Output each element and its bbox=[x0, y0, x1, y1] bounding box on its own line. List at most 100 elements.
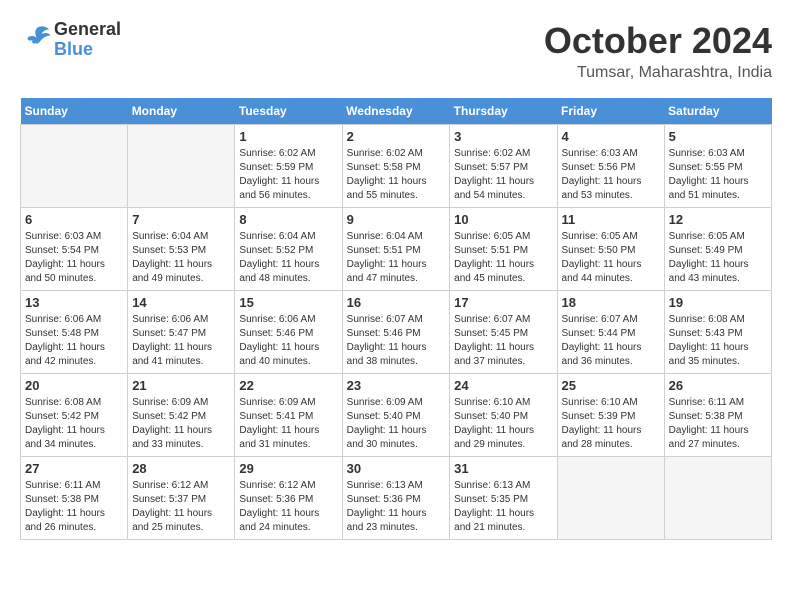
day-number: 2 bbox=[347, 129, 446, 144]
day-info: Sunrise: 6:02 AMSunset: 5:58 PMDaylight:… bbox=[347, 147, 446, 203]
day-info: Sunrise: 6:13 AMSunset: 5:36 PMDaylight:… bbox=[347, 479, 446, 535]
day-info: Sunrise: 6:07 AMSunset: 5:46 PMDaylight:… bbox=[347, 313, 446, 369]
day-info: Sunrise: 6:03 AMSunset: 5:56 PMDaylight:… bbox=[562, 147, 660, 203]
day-info: Sunrise: 6:09 AMSunset: 5:41 PMDaylight:… bbox=[239, 396, 337, 452]
calendar-cell: 15Sunrise: 6:06 AMSunset: 5:46 PMDayligh… bbox=[235, 291, 342, 374]
day-number: 29 bbox=[239, 461, 337, 476]
day-info: Sunrise: 6:10 AMSunset: 5:39 PMDaylight:… bbox=[562, 396, 660, 452]
day-info: Sunrise: 6:12 AMSunset: 5:36 PMDaylight:… bbox=[239, 479, 337, 535]
day-info: Sunrise: 6:05 AMSunset: 5:50 PMDaylight:… bbox=[562, 230, 660, 286]
day-info: Sunrise: 6:11 AMSunset: 5:38 PMDaylight:… bbox=[669, 396, 767, 452]
logo: GeneralBlue bbox=[20, 20, 121, 60]
calendar-cell: 28 Sunrise: 6:12 AMSunset: 5:37 PMDayligh… bbox=[128, 457, 235, 540]
calendar-cell: 8Sunrise: 6:04 AMSunset: 5:52 PMDaylight… bbox=[235, 208, 342, 291]
week-row-3: 13 Sunrise: 6:06 AMSunset: 5:48 PMDayligh… bbox=[21, 291, 772, 374]
weekday-header-saturday: Saturday bbox=[664, 98, 771, 125]
day-info: Sunrise: 6:09 AMSunset: 5:40 PMDaylight:… bbox=[347, 396, 446, 452]
weekday-header-monday: Monday bbox=[128, 98, 235, 125]
calendar-cell: 7 Sunrise: 6:04 AMSunset: 5:53 PMDaylight… bbox=[128, 208, 235, 291]
calendar-cell: 9Sunrise: 6:04 AMSunset: 5:51 PMDaylight… bbox=[342, 208, 450, 291]
calendar-cell: 1 Sunrise: 6:02 AMSunset: 5:59 PMDaylight… bbox=[235, 125, 342, 208]
weekday-header-tuesday: Tuesday bbox=[235, 98, 342, 125]
calendar-cell: 14Sunrise: 6:06 AMSunset: 5:47 PMDayligh… bbox=[128, 291, 235, 374]
day-info: Sunrise: 6:05 AMSunset: 5:51 PMDaylight:… bbox=[454, 230, 552, 286]
week-row-5: 27Sunrise: 6:11 AMSunset: 5:38 PMDayligh… bbox=[21, 457, 772, 540]
day-number: 12 bbox=[669, 212, 767, 227]
month-title: October 2024 bbox=[544, 20, 772, 62]
day-number: 8 bbox=[239, 212, 337, 227]
day-info: Sunrise: 6:02 AMSunset: 5:59 PMDaylight:… bbox=[239, 147, 337, 203]
day-info: Sunrise: 6:03 AMSunset: 5:54 PMDaylight:… bbox=[25, 230, 123, 286]
day-info: Sunrise: 6:04 AMSunset: 5:53 PMDaylight:… bbox=[132, 230, 230, 286]
day-info: Sunrise: 6:06 AMSunset: 5:48 PMDaylight:… bbox=[25, 313, 123, 369]
calendar-cell bbox=[21, 125, 128, 208]
calendar-cell: 26 Sunrise: 6:11 AMSunset: 5:38 PMDayligh… bbox=[664, 374, 771, 457]
day-number: 6 bbox=[25, 212, 123, 227]
calendar-cell bbox=[664, 457, 771, 540]
day-number: 25 bbox=[562, 378, 660, 393]
week-row-2: 6 Sunrise: 6:03 AMSunset: 5:54 PMDaylight… bbox=[21, 208, 772, 291]
day-info: Sunrise: 6:03 AMSunset: 5:55 PMDaylight:… bbox=[669, 147, 767, 203]
week-row-4: 20Sunrise: 6:08 AMSunset: 5:42 PMDayligh… bbox=[21, 374, 772, 457]
day-number: 1 bbox=[239, 129, 337, 144]
calendar-cell: 12 Sunrise: 6:05 AMSunset: 5:49 PMDayligh… bbox=[664, 208, 771, 291]
calendar-table: SundayMondayTuesdayWednesdayThursdayFrid… bbox=[20, 98, 772, 540]
day-number: 27 bbox=[25, 461, 123, 476]
calendar-cell bbox=[557, 457, 664, 540]
calendar-cell: 17 Sunrise: 6:07 AMSunset: 5:45 PMDayligh… bbox=[450, 291, 557, 374]
weekday-header-wednesday: Wednesday bbox=[342, 98, 450, 125]
calendar-cell: 21Sunrise: 6:09 AMSunset: 5:42 PMDayligh… bbox=[128, 374, 235, 457]
calendar-cell: 25 Sunrise: 6:10 AMSunset: 5:39 PMDayligh… bbox=[557, 374, 664, 457]
calendar-cell: 19 Sunrise: 6:08 AMSunset: 5:43 PMDayligh… bbox=[664, 291, 771, 374]
day-number: 22 bbox=[239, 378, 337, 393]
day-number: 17 bbox=[454, 295, 552, 310]
day-number: 16 bbox=[347, 295, 446, 310]
day-info: Sunrise: 6:05 AMSunset: 5:49 PMDaylight:… bbox=[669, 230, 767, 286]
calendar-cell: 30 Sunrise: 6:13 AMSunset: 5:36 PMDayligh… bbox=[342, 457, 450, 540]
day-number: 14 bbox=[132, 295, 230, 310]
day-number: 26 bbox=[669, 378, 767, 393]
location-title: Tumsar, Maharashtra, India bbox=[544, 64, 772, 82]
day-number: 18 bbox=[562, 295, 660, 310]
day-info: Sunrise: 6:07 AMSunset: 5:45 PMDaylight:… bbox=[454, 313, 552, 369]
day-number: 23 bbox=[347, 378, 446, 393]
day-info: Sunrise: 6:09 AMSunset: 5:42 PMDaylight:… bbox=[132, 396, 230, 452]
day-number: 9 bbox=[347, 212, 446, 227]
day-number: 4 bbox=[562, 129, 660, 144]
week-row-1: 1 Sunrise: 6:02 AMSunset: 5:59 PMDaylight… bbox=[21, 125, 772, 208]
day-number: 19 bbox=[669, 295, 767, 310]
weekday-header-thursday: Thursday bbox=[450, 98, 557, 125]
day-number: 11 bbox=[562, 212, 660, 227]
calendar-cell: 20Sunrise: 6:08 AMSunset: 5:42 PMDayligh… bbox=[21, 374, 128, 457]
weekday-header-sunday: Sunday bbox=[21, 98, 128, 125]
day-info: Sunrise: 6:06 AMSunset: 5:46 PMDaylight:… bbox=[239, 313, 337, 369]
weekday-header-row: SundayMondayTuesdayWednesdayThursdayFrid… bbox=[21, 98, 772, 125]
calendar-cell: 29 Sunrise: 6:12 AMSunset: 5:36 PMDayligh… bbox=[235, 457, 342, 540]
page-header: GeneralBlue October 2024 Tumsar, Maharas… bbox=[20, 20, 772, 82]
calendar-cell: 11 Sunrise: 6:05 AMSunset: 5:50 PMDayligh… bbox=[557, 208, 664, 291]
calendar-cell: 27Sunrise: 6:11 AMSunset: 5:38 PMDayligh… bbox=[21, 457, 128, 540]
calendar-cell: 23 Sunrise: 6:09 AMSunset: 5:40 PMDayligh… bbox=[342, 374, 450, 457]
day-number: 31 bbox=[454, 461, 552, 476]
day-number: 28 bbox=[132, 461, 230, 476]
day-info: Sunrise: 6:08 AMSunset: 5:43 PMDaylight:… bbox=[669, 313, 767, 369]
day-number: 13 bbox=[25, 295, 123, 310]
calendar-cell: 31Sunrise: 6:13 AMSunset: 5:35 PMDayligh… bbox=[450, 457, 557, 540]
day-info: Sunrise: 6:12 AMSunset: 5:37 PMDaylight:… bbox=[132, 479, 230, 535]
calendar-cell: 5Sunrise: 6:03 AMSunset: 5:55 PMDaylight… bbox=[664, 125, 771, 208]
day-info: Sunrise: 6:10 AMSunset: 5:40 PMDaylight:… bbox=[454, 396, 552, 452]
calendar-cell: 2 Sunrise: 6:02 AMSunset: 5:58 PMDaylight… bbox=[342, 125, 450, 208]
logo-icon bbox=[22, 22, 52, 52]
calendar-cell: 13 Sunrise: 6:06 AMSunset: 5:48 PMDayligh… bbox=[21, 291, 128, 374]
calendar-cell: 6 Sunrise: 6:03 AMSunset: 5:54 PMDaylight… bbox=[21, 208, 128, 291]
calendar-cell: 4 Sunrise: 6:03 AMSunset: 5:56 PMDaylight… bbox=[557, 125, 664, 208]
calendar-cell: 16 Sunrise: 6:07 AMSunset: 5:46 PMDayligh… bbox=[342, 291, 450, 374]
day-number: 10 bbox=[454, 212, 552, 227]
calendar-cell: 18 Sunrise: 6:07 AMSunset: 5:44 PMDayligh… bbox=[557, 291, 664, 374]
day-number: 3 bbox=[454, 129, 552, 144]
day-number: 7 bbox=[132, 212, 230, 227]
day-info: Sunrise: 6:07 AMSunset: 5:44 PMDaylight:… bbox=[562, 313, 660, 369]
calendar-cell bbox=[128, 125, 235, 208]
logo-text: GeneralBlue bbox=[54, 20, 121, 60]
day-number: 30 bbox=[347, 461, 446, 476]
